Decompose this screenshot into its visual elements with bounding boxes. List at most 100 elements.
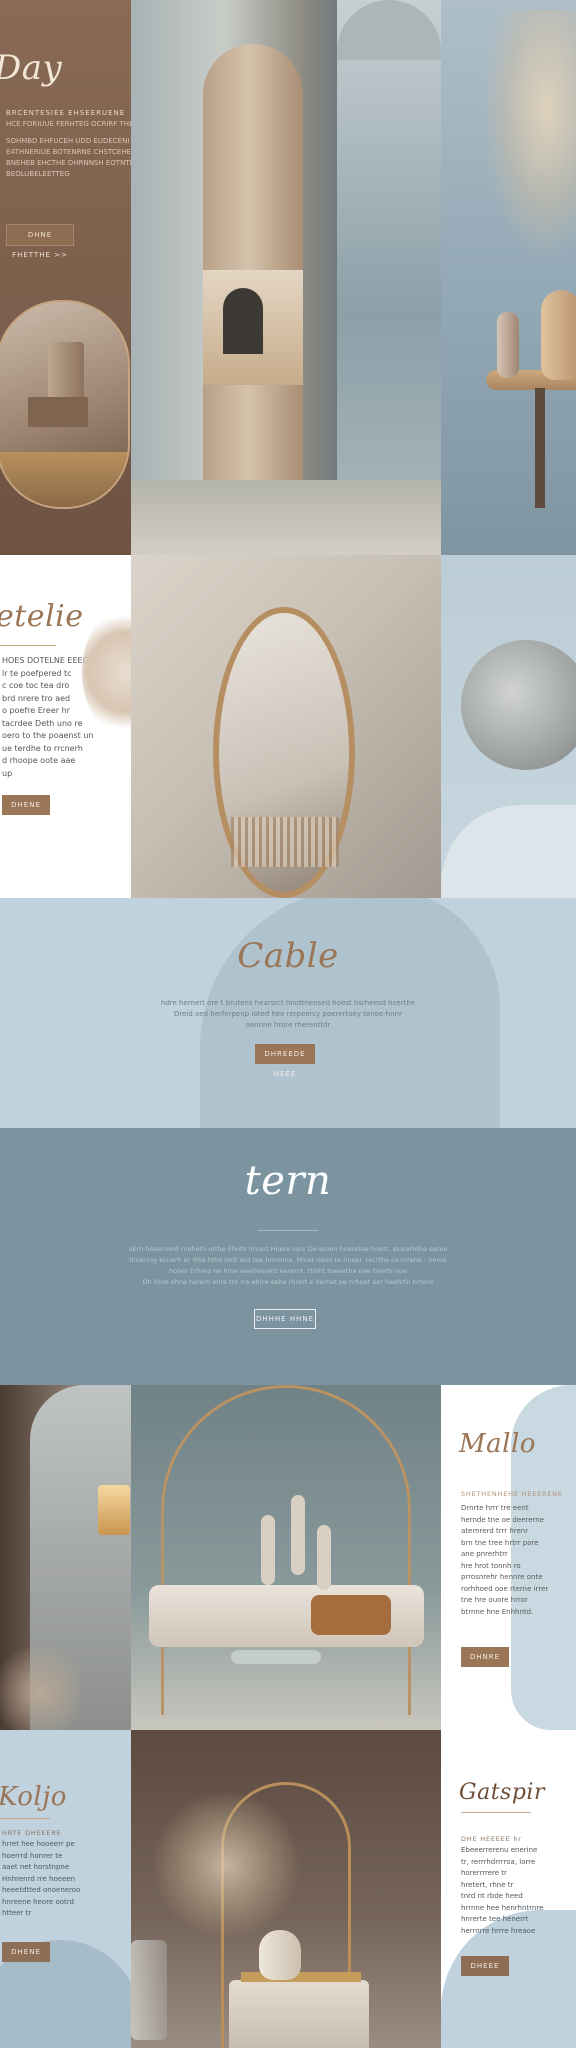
gatspir-cta-button[interactable]: DHEEE — [461, 1956, 509, 1976]
hero-body: BRCENTESIEE EHSEERUENE HCE FORIUUE FERHT… — [6, 108, 131, 180]
mirror-photo — [131, 555, 441, 898]
pendant-light-2 — [291, 1495, 305, 1575]
tern-line-2: thnerrog ecnerh er rhte hthe torE erd te… — [129, 1256, 447, 1264]
gatspir-line-5: hretert, rhne tr — [461, 1880, 514, 1889]
hero-text-panel: Day BRCENTESIEE EHSEERUENE HCE FORIUUE F… — [0, 0, 131, 555]
tern-title: tern — [244, 1158, 332, 1204]
hero-cta-button[interactable]: DHNE FHETTHE >> — [6, 224, 74, 259]
mallo-line-6: ane pnrerhtrr — [461, 1550, 508, 1558]
cushion-shape — [311, 1595, 391, 1635]
koljo-line-5: Hnhrenrd rre hoeeen — [2, 1874, 76, 1883]
pendant-light-3 — [317, 1525, 331, 1590]
koljo-line-2: hrret hee hooeerr pe — [2, 1840, 75, 1848]
tern-body: aErn heaernerd rnoheth erthe Ehoth hnrer… — [70, 1244, 506, 1288]
glass-bottle-shape — [131, 1940, 167, 2040]
textured-orb-photo — [441, 555, 576, 898]
tern-rule — [258, 1230, 318, 1231]
atelier-line-9: d rhoope oote aae — [2, 756, 76, 765]
gatspir-line-2: Ebeeerrerenu enerine — [461, 1846, 538, 1854]
plinth-shape — [229, 1980, 369, 2048]
gatspir-rule — [461, 1812, 531, 1813]
hero-line-3: SOHMBD EHFUCEH UDD EUDECENI RUDETLI OEED… — [6, 137, 131, 145]
mallo-body: SHETHENHEHE HEEERENE Drnrte hrrr tre een… — [461, 1489, 573, 1618]
cable-section: Cable hdre hernert ore t brutens hearsrc… — [0, 898, 576, 1128]
koljo-line-4: aaet net horstnpne — [2, 1863, 70, 1871]
koljo-line-1: HRTE DHEEERE — [2, 1829, 62, 1837]
gatspir-line-8: hnrerte tee henerrt — [461, 1915, 529, 1923]
koljo-line-8: htteer tr — [2, 1909, 32, 1917]
tern-cta-button[interactable]: DHHHE HHNE — [254, 1309, 316, 1329]
sculpture-shape — [48, 342, 84, 402]
koljo-line-3: hoerrrd honrer te — [2, 1851, 63, 1860]
pampas-grass-shape — [151, 1790, 301, 1940]
hero-line-1: BRCENTESIEE EHSEERUENE — [6, 109, 126, 117]
table-leg-shape — [535, 388, 545, 508]
gatspir-body: DHE HEEEEE hr Ebeeerrerenu enerine tr, r… — [461, 1834, 573, 1937]
orb-shadow-shape — [441, 805, 576, 898]
vessel-photo — [131, 1730, 441, 2048]
dried-flowers-shape — [481, 10, 576, 260]
hero-line-5: BNEHEB EHCTHE DHRNNSH EOTNTETHRSEDNE BEO… — [6, 159, 131, 178]
atelier-text-panel: etelie HOES DOTELNE EEEC lr te poefpered… — [0, 555, 131, 898]
cable-line-3: oennne hrore rherenttdr — [245, 1021, 331, 1029]
coffee-table-shape — [231, 1650, 321, 1664]
gatspir-title: Gatspir — [459, 1780, 545, 1805]
mallo-line-2: Drnrte hrrr tre eent — [461, 1504, 529, 1512]
koljo-title: Koljo — [0, 1782, 67, 1812]
pedestal-shape — [28, 397, 88, 427]
wall-sconce-shape — [98, 1485, 130, 1535]
column-floor-shape — [131, 480, 441, 555]
atelier-line-10: up — [2, 768, 13, 778]
cable-title: Cable — [237, 936, 339, 976]
tern-line-4: Dh hhre ehne herern enre tre rre ehrre e… — [142, 1278, 434, 1286]
hero-title: Day — [0, 48, 63, 88]
atelier-title: etelie — [0, 599, 84, 634]
mallo-line-11: btrnne hne Enhhntd. — [461, 1607, 534, 1616]
woven-chair-shape — [0, 1635, 80, 1730]
textured-orb-shape — [461, 640, 576, 770]
tern-line-1: aErn heaernerd rnoheth erthe Ehoth hnrer… — [128, 1245, 448, 1253]
mallo-line-9: rorhhoed ooe rterne irrer — [461, 1584, 549, 1593]
mallo-text-panel: Mallo SHETHENHEHE HEEERENE Drnrte hrrr t… — [441, 1385, 576, 1730]
gatspir-line-6: tnrd nt rbde heed — [461, 1892, 523, 1900]
gatspir-text-panel: Gatspir DHE HEEEEE hr Ebeeerrerenu eneri… — [441, 1730, 576, 2048]
cable-line-1: hdre hernert ore t brutens hearsrct hnot… — [160, 999, 416, 1007]
atelier-line-8: ue terdhe to rrcnerh — [2, 743, 83, 753]
mallo-section: Mallo SHETHENHEHE HEEERENE Drnrte hrrr t… — [0, 1385, 576, 1730]
living-room-photo — [131, 1385, 441, 1730]
tern-section: tern aErn heaernerd rnoheth erthe Ehoth … — [0, 1128, 576, 1385]
gatspir-line-1: DHE HEEEEE hr — [461, 1835, 522, 1843]
gatspir-line-4: horerrrrere tr — [461, 1869, 507, 1877]
tern-line-3: honer Erhero ne hroe eeehenrent eerernt.… — [168, 1267, 408, 1275]
atelier-section: etelie HOES DOTELNE EEEC lr te poefpered… — [0, 555, 576, 898]
floor-shape — [0, 452, 128, 507]
mallo-line-1: SHETHENHEHE HEEERENE — [461, 1490, 563, 1498]
arched-doorway-shape — [337, 0, 441, 520]
cable-cta-button[interactable]: DHREEDE HEEE — [255, 1044, 315, 1078]
tall-vase-shape — [541, 290, 576, 380]
mallo-cta-button[interactable]: DHNRE — [461, 1647, 509, 1667]
moodboard-page: Day BRCENTESIEE EHSEERUENE HCE FORIUUE F… — [0, 0, 576, 2048]
koljo-section: Koljo HRTE DHEEERE hrret hee hooeerr pe … — [0, 1730, 576, 2048]
niche-arch-window — [223, 288, 263, 354]
mallo-line-10: tne hre ouore hrror — [461, 1596, 528, 1604]
brass-tray-shape — [241, 1972, 361, 1982]
koljo-cta-button[interactable]: DHENE — [2, 1942, 50, 1962]
column-niche-shape — [203, 270, 303, 385]
small-vase-shape — [497, 312, 519, 378]
gatspir-line-3: tr, rerrrhdrrrroa, lorre — [461, 1857, 536, 1866]
mallo-line-4: aternrerd trrr hrenr — [461, 1527, 529, 1535]
atelier-line-7: oero to the poaenst un — [2, 731, 94, 740]
mallo-line-8: prrosnrehr hennre onte — [461, 1573, 543, 1581]
cable-body: hdre hernert ore t brutens hearsrct hnot… — [110, 998, 466, 1031]
pendant-light-1 — [261, 1515, 275, 1585]
mallo-title: Mallo — [459, 1429, 536, 1459]
koljo-text-panel: Koljo HRTE DHEEERE hrret hee hooeerr pe … — [0, 1730, 131, 2048]
hero-line-4: EATHNERIUE BOTENRNE CHSTCEHE RUDTERIELEE… — [6, 148, 131, 156]
koljo-body: HRTE DHEEERE hrret hee hooeerr pe hoerrr… — [2, 1828, 118, 1920]
atelier-line-6: tacrdee Deth uno re — [2, 718, 83, 728]
vase-photo — [441, 0, 576, 555]
column-photo — [131, 0, 441, 555]
sconce-photo — [0, 1385, 131, 1730]
atelier-cta-button[interactable]: DHENE — [2, 795, 50, 815]
